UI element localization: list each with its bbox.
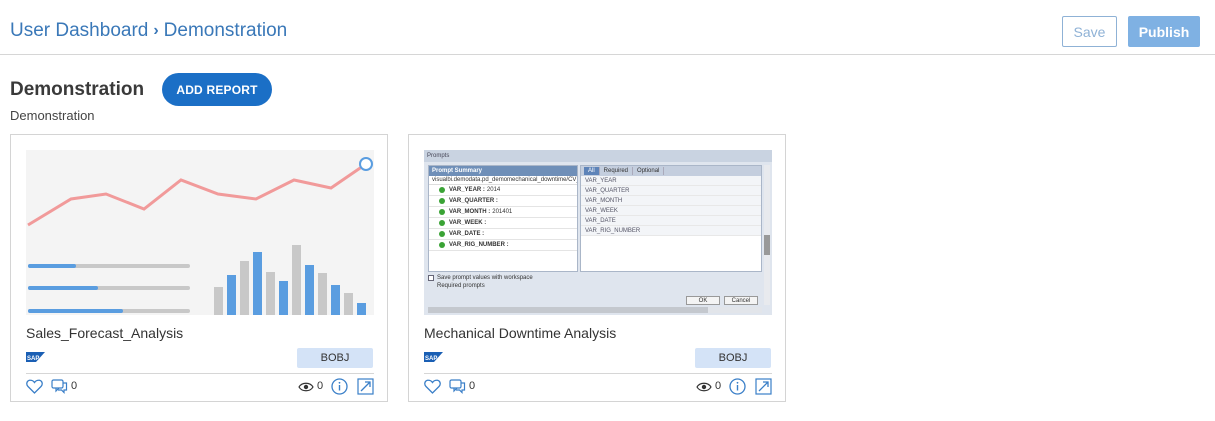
report-card[interactable]: Prompts Prompt Summary visualbi.demodata… bbox=[408, 134, 786, 402]
save-prompt-checkbox: Save prompt values with workspace bbox=[428, 275, 762, 281]
info-icon[interactable] bbox=[331, 378, 348, 395]
prompt-row: VAR_YEAR :2014 bbox=[429, 185, 577, 196]
variable-row: VAR_YEAR bbox=[581, 176, 761, 186]
tab-optional: Optional bbox=[633, 167, 665, 175]
comment-count: 0 bbox=[71, 380, 78, 392]
check-icon bbox=[439, 242, 445, 248]
prompt-summary-header: Prompt Summary bbox=[429, 166, 577, 176]
comment-count: 0 bbox=[469, 380, 476, 392]
prompt-row: VAR_DATE : bbox=[429, 229, 577, 240]
comment-icon[interactable] bbox=[449, 379, 466, 394]
card-divider bbox=[26, 373, 374, 374]
page-title: Demonstration bbox=[10, 79, 145, 100]
check-icon bbox=[439, 198, 445, 204]
heart-icon[interactable] bbox=[26, 379, 43, 394]
preview-hscrollbar bbox=[428, 307, 762, 313]
tab-all: All bbox=[584, 167, 600, 175]
chart-illustration-icon bbox=[27, 157, 373, 315]
view-count: 0 bbox=[715, 380, 722, 392]
variable-row: VAR_RIG_NUMBER bbox=[581, 226, 761, 236]
prompt-dialog-title: Prompts bbox=[424, 150, 772, 162]
expand-icon[interactable] bbox=[357, 378, 374, 395]
breadcrumb-current: Demonstration bbox=[163, 20, 288, 41]
prompt-dialog-preview: Prompts Prompt Summary visualbi.demodata… bbox=[424, 150, 772, 315]
breadcrumb: User Dashboard › Demonstration bbox=[10, 20, 287, 42]
publish-button[interactable]: Publish bbox=[1128, 16, 1200, 47]
report-title[interactable]: Sales_Forecast_Analysis bbox=[26, 325, 183, 341]
save-button[interactable]: Save bbox=[1062, 16, 1117, 47]
expand-icon[interactable] bbox=[755, 378, 772, 395]
report-thumbnail[interactable]: Prompts Prompt Summary visualbi.demodata… bbox=[424, 150, 772, 315]
report-thumbnail[interactable] bbox=[26, 150, 374, 315]
variable-tabs: All Required Optional bbox=[581, 166, 761, 176]
ok-button-preview: OK bbox=[686, 296, 720, 305]
top-bar: User Dashboard › Demonstration Save Publ… bbox=[0, 0, 1215, 55]
svg-text:SAP: SAP bbox=[425, 356, 437, 362]
heart-icon[interactable] bbox=[424, 379, 441, 394]
prompt-row: VAR_MONTH :201401 bbox=[429, 207, 577, 218]
variable-row: VAR_QUARTER bbox=[581, 186, 761, 196]
breadcrumb-separator: › bbox=[153, 22, 159, 39]
tab-required: Required bbox=[600, 167, 634, 175]
eye-icon bbox=[298, 382, 314, 392]
breadcrumb-user-dashboard[interactable]: User Dashboard bbox=[10, 20, 148, 42]
check-icon bbox=[439, 220, 445, 226]
prompt-row: VAR_WEEK : bbox=[429, 218, 577, 229]
eye-icon bbox=[696, 382, 712, 392]
add-report-button[interactable]: ADD REPORT bbox=[162, 73, 272, 106]
info-icon[interactable] bbox=[729, 378, 746, 395]
required-note: Required prompts bbox=[437, 283, 485, 289]
variable-row: VAR_DATE bbox=[581, 216, 761, 226]
card-divider bbox=[424, 373, 772, 374]
report-title[interactable]: Mechanical Downtime Analysis bbox=[424, 325, 616, 341]
check-icon bbox=[439, 187, 445, 193]
source-badge: BOBJ bbox=[695, 348, 771, 368]
prompt-row: VAR_RIG_NUMBER : bbox=[429, 240, 577, 251]
comment-icon[interactable] bbox=[51, 379, 68, 394]
view-count: 0 bbox=[317, 380, 324, 392]
prompt-row: VAR_QUARTER : bbox=[429, 196, 577, 207]
check-icon bbox=[439, 209, 445, 215]
variable-row: VAR_WEEK bbox=[581, 206, 761, 216]
cancel-button-preview: Cancel bbox=[724, 296, 758, 305]
sap-logo-icon: SAP bbox=[26, 352, 45, 362]
report-card[interactable]: Sales_Forecast_Analysis SAP BOBJ 0 0 bbox=[10, 134, 388, 402]
variable-row: VAR_MONTH bbox=[581, 196, 761, 206]
source-badge: BOBJ bbox=[297, 348, 373, 368]
check-icon bbox=[439, 231, 445, 237]
svg-text:SAP: SAP bbox=[27, 356, 39, 362]
prompt-summary-panel: Prompt Summary visualbi.demodata.pd_demo… bbox=[428, 165, 578, 272]
page-subtitle: Demonstration bbox=[10, 108, 95, 123]
variable-list-panel: All Required Optional VAR_YEAR VAR_QUART… bbox=[580, 165, 762, 272]
sap-logo-icon: SAP bbox=[424, 352, 443, 362]
preview-scrollbar bbox=[764, 165, 770, 305]
